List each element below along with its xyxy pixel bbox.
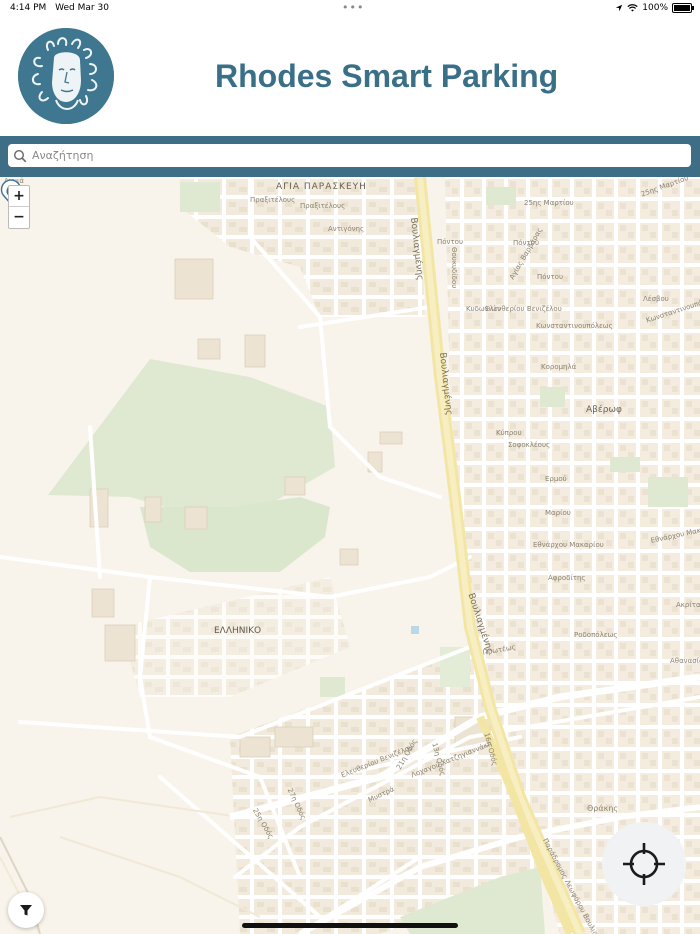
map-label-ethnarchou-makariou-1: Εθνάρχου Μακαρίου (533, 541, 604, 549)
status-left: 4:14 PM Wed Mar 30 (10, 3, 115, 13)
app-logo (18, 28, 114, 124)
multitasking-dots-icon[interactable]: ••• (342, 1, 364, 14)
map-label-rodopoleos: Ροδοπόλεως (574, 631, 618, 639)
status-time: 4:14 PM (10, 3, 47, 13)
map-label-thoukididou: Θουκυδίδου (450, 247, 458, 289)
filter-button[interactable] (8, 892, 44, 928)
search-box[interactable] (8, 144, 691, 167)
zoom-out-button[interactable]: − (9, 207, 29, 227)
map-label-25-martiou-1: 25ης Μαρτίου (524, 199, 574, 207)
status-date: Wed Mar 30 (55, 3, 109, 13)
map-label-pontou-1: Πόντου (437, 238, 464, 246)
map-label-koromila: Κορομηλά (541, 363, 577, 371)
map-label-prasiteleous-2: Πραξιτέλους (300, 202, 346, 210)
crosshair-icon (623, 843, 665, 885)
page-title: Rhodes Smart Parking (215, 58, 559, 94)
map-canvas (0, 177, 700, 934)
location-arrow-icon (616, 4, 623, 12)
map-label-mariou: Μαρίου (545, 509, 571, 517)
map-label-konstantinoupoleos-1: Κωνσταντινουπόλεως (536, 322, 613, 330)
map-label-akrita: Ακρίτα (676, 601, 700, 609)
map-label-averof: Αβέρωφ (586, 405, 622, 415)
map-view[interactable]: ΑΓΙΑ ΠΑΡΑΣΚΕΥΗ ΕΛΛΗΝΙΚΟ Αβέρωφ Θράκης Βο… (0, 177, 700, 934)
battery-icon (672, 3, 694, 13)
app-header: Rhodes Smart Parking (0, 18, 700, 136)
zoom-control: + − (8, 185, 30, 229)
map-label-antigonis: Αντιγόνης (328, 225, 365, 233)
map-label-ermou: Ερμού (545, 475, 567, 483)
locate-me-button[interactable] (602, 822, 686, 906)
zoom-in-button[interactable]: + (9, 186, 29, 207)
map-label-agia-paraskevi: ΑΓΙΑ ΠΑΡΑΣΚΕΥΗ (276, 182, 367, 192)
home-indicator[interactable] (242, 923, 458, 928)
map-label-kyprou: Κύπρου (496, 429, 522, 437)
map-label-kydonion: Κυδωνιών (466, 305, 501, 313)
map-label-afroditis: Αφροδίτης (548, 574, 586, 582)
status-right: 100% (615, 3, 694, 13)
map-label-lesvou: Λέσβου (643, 295, 669, 303)
search-bar (0, 136, 700, 177)
map-label-thrakis: Θράκης (587, 804, 619, 813)
status-bar: 4:14 PM Wed Mar 30 ••• 100% (0, 0, 700, 18)
map-label-sofokleous: Σοφοκλέους (508, 441, 551, 449)
helios-head-logo-icon (18, 28, 114, 124)
map-label-prasiteleous-1: Πραξιτέλους (250, 196, 296, 204)
battery-percent: 100% (642, 3, 668, 13)
filter-funnel-icon (20, 905, 32, 916)
search-icon (13, 149, 27, 162)
wifi-icon (627, 4, 638, 12)
search-input[interactable] (30, 148, 674, 163)
map-label-pontou-3: Πόντου (537, 273, 564, 281)
map-label-athanasiou: Αθανασίου (670, 657, 700, 665)
map-label-elliniko: ΕΛΛΗΝΙΚΟ (214, 626, 262, 636)
